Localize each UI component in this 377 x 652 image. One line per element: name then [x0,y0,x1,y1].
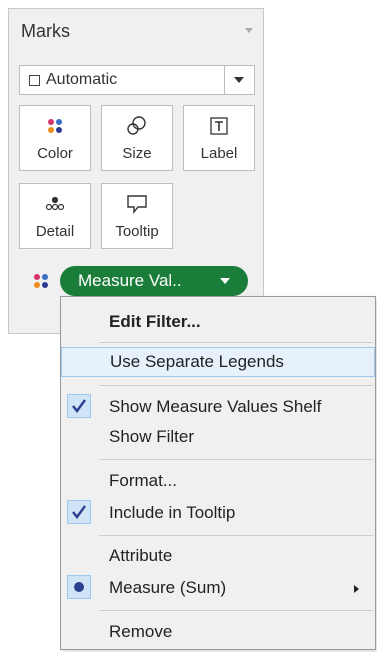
mark-type-label: Automatic [46,71,118,88]
size-button[interactable]: Size [101,105,173,171]
menu-item-use-separate-legends[interactable]: Use Separate Legends [61,347,375,377]
size-icon [102,114,172,138]
menu-separator [99,610,373,611]
tooltip-icon [102,192,172,216]
menu-separator [99,385,373,386]
menu-item-label: Measure (Sum) [109,578,227,597]
color-icon [20,114,90,138]
marks-menu-caret-icon[interactable] [245,28,253,33]
menu-separator [99,459,373,460]
menu-item-label: Edit Filter... [109,312,201,331]
context-menu: Edit Filter... Use Separate Legends Show… [60,296,376,650]
menu-item-include-in-tooltip[interactable]: Include in Tooltip [61,498,375,528]
menu-item-label: Attribute [109,546,173,565]
menu-item-label: Show Filter [109,427,195,446]
menu-item-attribute[interactable]: Attribute [61,541,375,571]
color-label: Color [37,145,73,162]
detail-icon [20,192,90,216]
menu-item-remove[interactable]: Remove [61,617,375,647]
pill-label: Measure Val.. [78,271,182,290]
menu-item-label: Format... [109,471,178,490]
menu-item-label: Use Separate Legends [110,352,284,371]
menu-item-edit-filter[interactable]: Edit Filter... [61,307,375,337]
menu-separator [99,342,373,343]
measure-values-pill[interactable]: Measure Val.. [60,266,248,296]
radio-selected-icon [67,575,91,599]
label-label: Label [200,145,238,162]
color-encoding-icon [34,274,48,288]
marks-title: Marks [21,21,70,41]
dropdown-arrow-icon[interactable] [224,66,254,94]
menu-item-label: Include in Tooltip [109,503,236,522]
label-button[interactable]: Label [183,105,255,171]
mark-type-dropdown[interactable]: Automatic [19,65,255,95]
mark-type-square-icon [29,75,40,86]
menu-item-show-filter[interactable]: Show Filter [61,422,375,452]
detail-label: Detail [35,223,75,240]
checkmark-icon [67,394,91,418]
color-button[interactable]: Color [19,105,91,171]
submenu-arrow-icon [354,585,359,593]
label-icon [184,114,254,138]
checkmark-icon [67,500,91,524]
menu-item-label: Show Measure Values Shelf [109,397,322,416]
menu-item-measure-sum[interactable]: Measure (Sum) [61,573,375,603]
menu-item-format[interactable]: Format... [61,466,375,496]
menu-item-label: Remove [109,622,173,641]
tooltip-button[interactable]: Tooltip [101,183,173,249]
size-label: Size [122,145,152,162]
menu-item-show-measure-values-shelf[interactable]: Show Measure Values Shelf [61,392,375,422]
menu-separator [99,535,373,536]
tooltip-label: Tooltip [115,223,159,240]
pill-caret-icon[interactable] [220,278,230,284]
detail-button[interactable]: Detail [19,183,91,249]
